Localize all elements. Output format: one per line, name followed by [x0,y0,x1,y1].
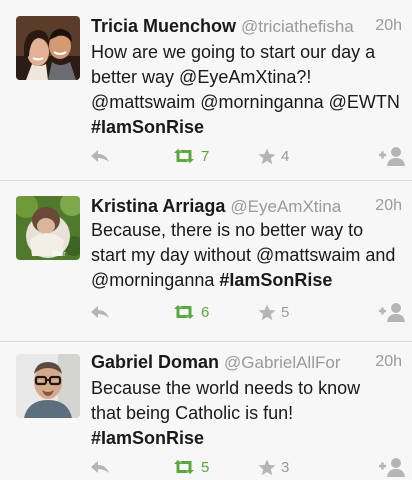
author-name[interactable]: Tricia Muenchow [91,16,236,36]
hashtag-link[interactable]: #IamSonRise [91,115,402,140]
author-handle[interactable]: @triciathefisha [241,17,354,36]
hashtag-link[interactable]: #IamSonRise [219,270,332,290]
hashtag-link[interactable]: #IamSonRise [91,426,402,451]
favorite-count: 5 [281,303,290,321]
tweet-header: Gabriel Doman @GabrielAllFor 20h [91,352,404,374]
tweet-text-line: @mattswaim @morninganna @EWTN [91,92,400,112]
tweet-text-line: @morninganna #IamSonRise [91,268,402,293]
retweet-count: 7 [201,147,210,165]
tweet-item[interactable]: Gabriel Doman @GabrielAllFor 20h Because … [0,342,412,480]
avatar-kristina[interactable]: Pixlr [16,196,80,260]
add-user-icon [379,458,405,477]
tweet-header: Tricia Muenchow @triciathefisha 20h [91,16,404,38]
star-icon [258,459,276,475]
reply-icon [91,150,109,162]
retweet-icon [174,305,194,319]
mention-link[interactable]: @morninganna [91,270,219,290]
tweet-item[interactable]: Pixlr Kristina Arriaga @EyeAmXtina 20h Be… [0,181,412,342]
tweet-text: How are we going to start our day a bett… [91,40,402,140]
svg-text:Pixlr: Pixlr [52,251,66,258]
star-icon [258,304,276,320]
tweet-text-line: How are we going to start our day a [91,42,376,62]
reply-button[interactable] [90,145,110,167]
reply-button[interactable] [90,456,110,478]
tweet-timestamp: 20h [375,197,402,214]
retweet-button[interactable]: 5 [172,456,209,478]
author-handle[interactable]: @GabrielAllFor [224,353,340,372]
retweet-button[interactable]: 6 [172,301,209,323]
reply-button[interactable] [90,301,110,323]
tweet-text: Because the world needs to know that bei… [91,376,402,451]
follow-button[interactable] [378,301,406,323]
avatar-tricia[interactable] [16,16,80,80]
author-name[interactable]: Kristina Arriaga [91,196,225,216]
retweet-icon [174,149,194,163]
author-name[interactable]: Gabriel Doman [91,352,219,372]
reply-icon [91,306,109,318]
add-user-icon [379,303,405,322]
tweet-text-line: that being Catholic is fun! [91,403,294,423]
tweet-text-line: Because the world needs to know [91,378,361,398]
tweet-timeline: Tricia Muenchow @triciathefisha 20h How a… [0,0,412,480]
retweet-icon [174,460,194,474]
tweet-actions: 5 3 [0,456,412,478]
tweet-timestamp: 20h [375,353,402,370]
favorite-button[interactable]: 3 [258,456,289,478]
retweet-count: 5 [201,458,210,476]
tweet-text: Because, there is no better way to start… [91,218,402,293]
retweet-button[interactable]: 7 [172,145,209,167]
tweet-header: Kristina Arriaga @EyeAmXtina 20h [91,196,404,218]
follow-button[interactable] [378,456,406,478]
tweet-text-line: Because, there is no better way to [91,220,364,240]
favorite-button[interactable]: 5 [258,301,289,323]
tweet-text-line: better way @EyeAmXtina?! [91,67,312,87]
favorite-count: 4 [281,147,290,165]
tweet-actions: 6 5 [0,301,412,323]
tweet-timestamp: 20h [375,17,402,34]
tweet-actions: 7 4 [0,145,412,167]
star-icon [258,148,276,164]
retweet-count: 6 [201,303,210,321]
author-handle[interactable]: @EyeAmXtina [230,197,341,216]
avatar-gabriel[interactable] [16,354,80,418]
favorite-count: 3 [281,458,290,476]
add-user-icon [379,147,405,166]
reply-icon [91,461,109,473]
tweet-item[interactable]: Tricia Muenchow @triciathefisha 20h How a… [0,0,412,181]
tweet-text-line: start my day without @mattswaim and [91,245,396,265]
follow-button[interactable] [378,145,406,167]
favorite-button[interactable]: 4 [258,145,289,167]
